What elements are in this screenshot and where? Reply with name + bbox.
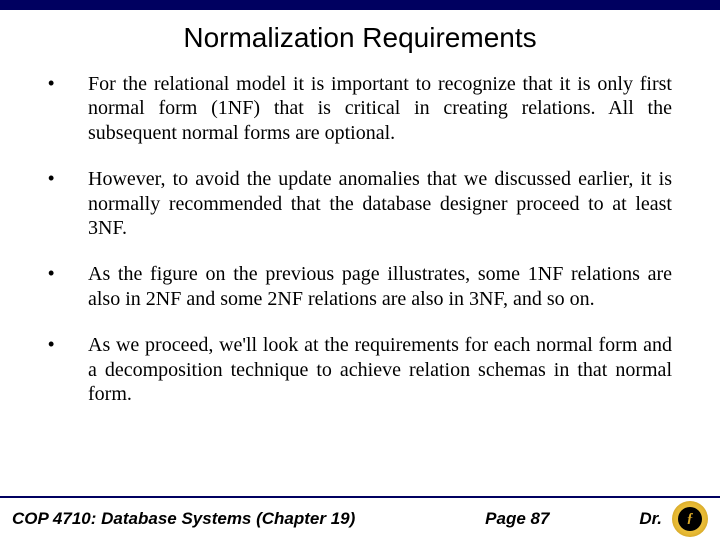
bullet-marker: •	[48, 167, 88, 240]
bullet-item: • As the figure on the previous page ill…	[48, 262, 672, 311]
ucf-logo-icon: ƒ	[672, 501, 708, 537]
bullet-marker: •	[48, 72, 88, 145]
bullet-marker: •	[48, 262, 88, 311]
bullet-item: • However, to avoid the update anomalies…	[48, 167, 672, 240]
footer-bar: COP 4710: Database Systems (Chapter 19) …	[0, 498, 720, 540]
slide: Normalization Requirements • For the rel…	[0, 0, 720, 540]
logo-glyph: ƒ	[672, 501, 708, 537]
bullet-text: However, to avoid the update anomalies t…	[88, 167, 672, 240]
footer-right: Dr. ƒ	[639, 501, 708, 537]
footer-course: COP 4710: Database Systems (Chapter 19)	[12, 509, 355, 529]
bullet-marker: •	[48, 333, 88, 406]
footer-page: Page 87	[355, 509, 639, 529]
slide-footer: COP 4710: Database Systems (Chapter 19) …	[0, 496, 720, 540]
top-border-bar	[0, 0, 720, 10]
bullet-text: As the figure on the previous page illus…	[88, 262, 672, 311]
slide-body: • For the relational model it is importa…	[0, 62, 720, 540]
bullet-text: As we proceed, we'll look at the require…	[88, 333, 672, 406]
footer-author-label: Dr.	[639, 509, 662, 529]
bullet-item: • For the relational model it is importa…	[48, 72, 672, 145]
slide-title: Normalization Requirements	[0, 22, 720, 54]
bullet-item: • As we proceed, we'll look at the requi…	[48, 333, 672, 406]
bullet-text: For the relational model it is important…	[88, 72, 672, 145]
